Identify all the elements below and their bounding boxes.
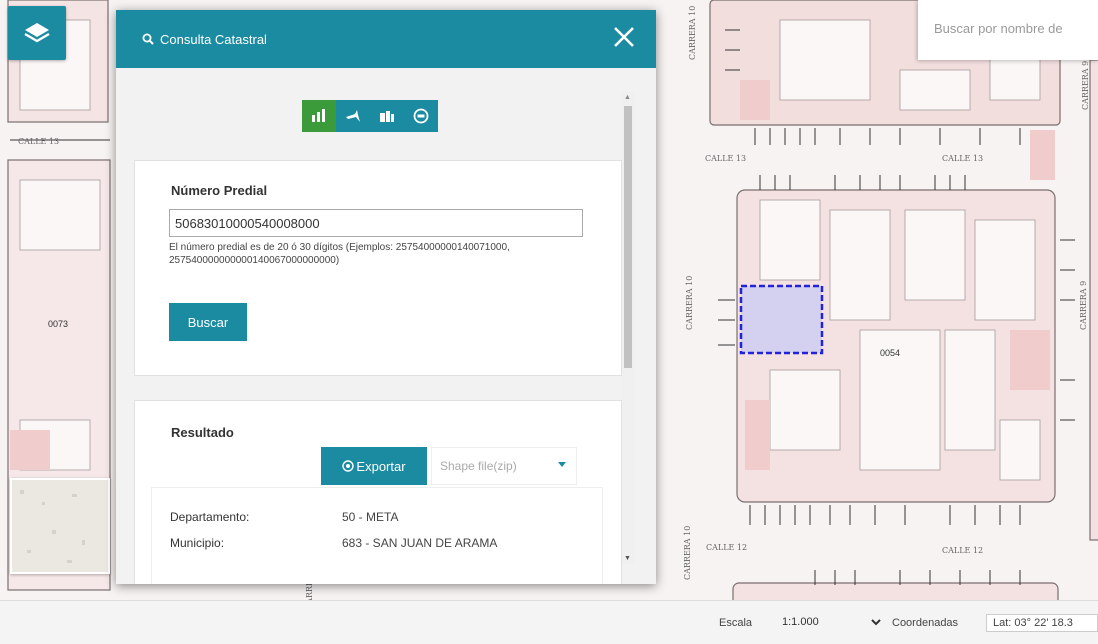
tab-predial[interactable] [302,100,336,132]
street-label: CARRERA 9 [1081,61,1090,110]
basemap-thumbnail[interactable] [10,478,110,574]
query-tabs [302,100,438,132]
panel-title: Consulta Catastral [160,31,267,47]
tab-address[interactable] [370,100,404,132]
panel-body[interactable]: Número Predial El número predial es de 2… [116,68,656,584]
close-icon[interactable] [612,25,636,54]
road-sign-icon [413,108,429,124]
result-key: Municipio: [170,536,225,550]
result-key: Departamento: [170,510,250,524]
panel-scrollbar[interactable]: ▲ ▼ [622,92,634,564]
map-icon [380,111,394,122]
export-format-select[interactable]: Shape file(zip) [431,447,577,485]
bar-chart-icon [312,109,325,122]
scale-label: Escala [719,617,753,629]
tab-road[interactable] [404,100,438,132]
scale-select[interactable]: 1:1.000 [778,612,884,632]
cadastral-query-panel: Consulta Catastral Número Predial El núm… [116,10,656,584]
search-button[interactable]: Buscar [169,303,247,341]
block-label: 0054 [880,348,900,358]
export-label: Exportar [356,458,406,474]
scroll-down-icon[interactable]: ▼ [624,555,631,562]
coords-label: Coordenadas [892,617,959,629]
place-search-input[interactable] [932,20,1098,37]
predial-search-card: Número Predial El número predial es de 2… [134,160,622,376]
status-bar: Escala 1:1.000 Coordenadas Lat: 03° 22' … [0,600,1098,644]
selected-parcel[interactable] [739,284,824,355]
street-label: CARRERA 10 [688,6,697,60]
result-value: 683 - SAN JUAN DE ARAMA [342,536,498,550]
result-title: Resultado [171,425,234,440]
street-label: CALLE 12 [706,543,747,552]
export-button[interactable]: Exportar [321,447,427,485]
street-label: CARRERA 10 [683,526,692,580]
layers-button[interactable] [8,6,66,60]
street-label: CALLE 12 [942,546,983,555]
panel-header: Consulta Catastral [116,10,656,68]
tab-coordinates[interactable] [336,100,370,132]
pin-icon [346,110,360,122]
predial-label: Número Predial [171,183,268,198]
street-label: CALLE 13 [705,154,746,163]
result-card: Resultado Exportar Shape file(zip) Depar… [134,400,622,584]
scroll-up-icon[interactable]: ▲ [624,94,631,101]
search-icon [142,33,154,45]
layers-icon [24,23,50,43]
street-label: CARRERA 10 [685,276,694,330]
download-icon [342,460,355,472]
basemap-preview [12,480,108,572]
place-search [918,0,1098,60]
scrollbar-thumb[interactable] [624,106,632,368]
result-value: 50 - META [342,510,399,524]
street-label: CARRERA 9 [1079,281,1088,330]
street-label: CALLE 13 [18,137,59,146]
result-table: Departamento: 50 - META Municipio: 683 -… [151,487,603,584]
coords-readout: Lat: 03° 22' 18.3 [986,614,1098,632]
export-format-value: Shape file(zip) [440,459,517,473]
predial-help-text: El número predial es de 20 ó 30 dígitos … [169,242,510,266]
chevron-down-icon [558,462,566,467]
predial-input[interactable] [169,209,583,237]
block-label: 0073 [48,319,68,329]
street-label: CALLE 13 [942,154,983,163]
